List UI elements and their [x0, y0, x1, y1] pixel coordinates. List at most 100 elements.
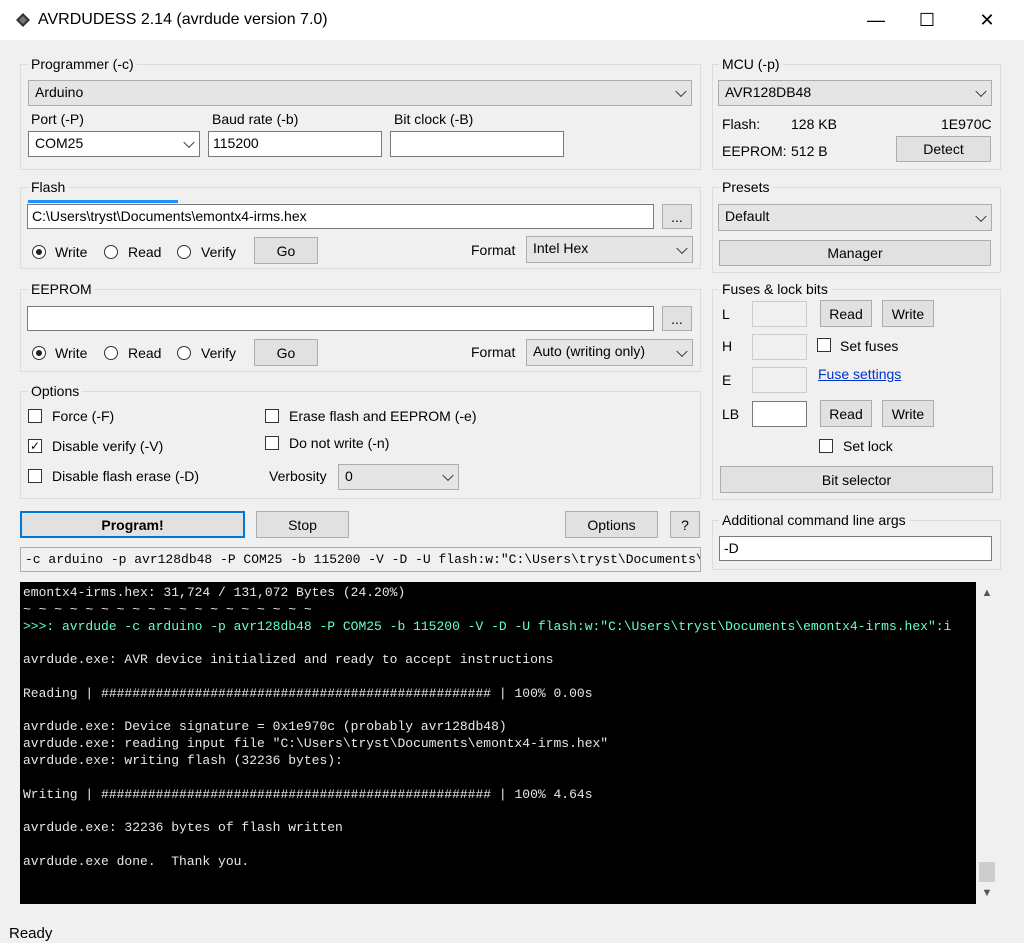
- programmer-group-label: Programmer (-c): [28, 56, 137, 72]
- baud-label: Baud rate (-b): [212, 111, 299, 127]
- options-group-label: Options: [28, 383, 83, 399]
- disable-flash-erase-checkbox[interactable]: [28, 469, 42, 483]
- console-line: avrdude.exe done. Thank you.: [23, 853, 250, 869]
- eeprom-browse-button[interactable]: ...: [662, 306, 692, 331]
- fuse-h-input[interactable]: [752, 334, 807, 360]
- eeprom-format-select[interactable]: Auto (writing only): [526, 339, 693, 366]
- chevron-down-icon: [183, 136, 195, 149]
- eeprom-verify-label: Verify: [201, 345, 237, 361]
- bitclock-label: Bit clock (-B): [394, 111, 474, 127]
- detect-button[interactable]: Detect: [896, 136, 991, 162]
- chevron-down-icon: [442, 469, 454, 482]
- console-line: >>>: avrdude -c arduino -p avr128db48 -P…: [23, 618, 952, 634]
- title-bar[interactable]: AVRDUDESS 2.14 (avrdude version 7.0) — ☐…: [0, 0, 1024, 40]
- flash-browse-button[interactable]: ...: [662, 204, 692, 229]
- maximize-button[interactable]: ☐: [898, 0, 956, 40]
- fuse-lb-input[interactable]: [752, 401, 807, 427]
- eeprom-read-radio[interactable]: [104, 346, 118, 360]
- fuse-h-label: H: [722, 338, 733, 354]
- eeprom-go-button[interactable]: Go: [254, 339, 318, 366]
- minimize-button[interactable]: —: [847, 0, 905, 40]
- fuse-lb-label: LB: [722, 406, 740, 422]
- help-button[interactable]: ?: [670, 511, 700, 538]
- console-line: avrdude.exe: reading input file "C:\User…: [23, 736, 609, 752]
- mcu-flash-label: Flash:: [722, 116, 761, 132]
- flash-file-input[interactable]: C:\Users\tryst\Documents\emontx4-irms.he…: [27, 204, 654, 229]
- fuses-group-label: Fuses & lock bits: [719, 281, 831, 297]
- port-select[interactable]: COM25: [28, 131, 200, 157]
- stop-button[interactable]: Stop: [256, 511, 349, 538]
- disable-verify-label: Disable verify (-V): [52, 438, 164, 454]
- force-label: Force (-F): [52, 408, 115, 424]
- lock-write-button[interactable]: Write: [882, 400, 934, 427]
- force-checkbox[interactable]: [28, 409, 42, 423]
- flash-group-label: Flash: [28, 179, 69, 195]
- verbosity-select[interactable]: 0: [338, 464, 459, 490]
- flash-write-radio[interactable]: [32, 245, 46, 259]
- program-button[interactable]: Program!: [20, 511, 245, 538]
- fuse-l-input[interactable]: [752, 301, 807, 327]
- do-not-write-label: Do not write (-n): [289, 435, 390, 451]
- flash-read-radio[interactable]: [104, 245, 118, 259]
- console-scrollbar[interactable]: ▲ ▼: [976, 582, 998, 904]
- set-lock-checkbox[interactable]: [819, 439, 833, 453]
- verbosity-value: 0: [345, 468, 353, 484]
- mcu-flash-value: 128 KB: [791, 116, 837, 132]
- mcu-select-value: AVR128DB48: [725, 84, 812, 100]
- eeprom-file-input[interactable]: [27, 306, 654, 331]
- command-line-preview[interactable]: -c arduino -p avr128db48 -P COM25 -b 115…: [20, 547, 701, 572]
- flash-verify-radio[interactable]: [177, 245, 191, 259]
- eeprom-verify-radio[interactable]: [177, 346, 191, 360]
- fuse-read-button[interactable]: Read: [820, 300, 872, 327]
- chevron-down-icon: [676, 345, 688, 357]
- set-fuses-label: Set fuses: [840, 338, 899, 354]
- set-fuses-checkbox[interactable]: [817, 338, 831, 352]
- fuse-e-input[interactable]: [752, 367, 807, 393]
- erase-flash-checkbox[interactable]: [265, 409, 279, 423]
- mcu-eeprom-label: EEPROM:: [722, 143, 787, 159]
- eeprom-format-label: Format: [471, 344, 516, 360]
- disable-flash-erase-label: Disable flash erase (-D): [52, 468, 200, 484]
- eeprom-write-radio[interactable]: [32, 346, 46, 360]
- manager-button[interactable]: Manager: [719, 240, 991, 266]
- console-line: Reading | ##############################…: [23, 685, 593, 701]
- options-button[interactable]: Options: [565, 511, 658, 538]
- programmer-select[interactable]: Arduino: [28, 80, 692, 106]
- close-button[interactable]: ✕: [958, 0, 1016, 40]
- scroll-down-icon[interactable]: ▼: [976, 882, 998, 904]
- flash-read-label: Read: [128, 244, 162, 260]
- fuse-settings-link[interactable]: Fuse settings: [818, 366, 901, 382]
- mcu-signature: 1E970C: [941, 116, 992, 132]
- console-line: avrdude.exe: Device signature = 0x1e970c…: [23, 719, 507, 735]
- scroll-thumb[interactable]: [979, 862, 995, 882]
- disable-verify-checkbox[interactable]: ✓: [28, 439, 42, 453]
- eeprom-format-value: Auto (writing only): [533, 343, 646, 359]
- console-line: avrdude.exe: AVR device initialized and …: [23, 652, 554, 668]
- baud-input[interactable]: 115200: [208, 131, 382, 157]
- flash-format-value: Intel Hex: [533, 240, 589, 256]
- mcu-select[interactable]: AVR128DB48: [718, 80, 992, 106]
- additional-args-input[interactable]: -D: [719, 536, 992, 561]
- fuse-e-label: E: [722, 372, 732, 388]
- console-line: avrdude.exe: 32236 bytes of flash writte…: [23, 820, 343, 836]
- bit-selector-button[interactable]: Bit selector: [720, 466, 993, 493]
- chevron-down-icon: [675, 85, 687, 98]
- flash-format-select[interactable]: Intel Hex: [526, 236, 693, 263]
- flash-write-label: Write: [55, 244, 88, 260]
- do-not-write-checkbox[interactable]: [265, 436, 279, 450]
- flash-go-button[interactable]: Go: [254, 237, 318, 264]
- fuse-write-button[interactable]: Write: [882, 300, 934, 327]
- bitclock-input[interactable]: [390, 131, 564, 157]
- app-icon: [16, 13, 30, 27]
- lock-read-button[interactable]: Read: [820, 400, 872, 427]
- erase-flash-label: Erase flash and EEPROM (-e): [289, 408, 477, 424]
- presets-select[interactable]: Default: [718, 204, 992, 231]
- port-label: Port (-P): [31, 111, 84, 127]
- scroll-up-icon[interactable]: ▲: [976, 582, 998, 604]
- console-output[interactable]: emontx4-irms.hex: 31,724 / 131,072 Bytes…: [20, 582, 976, 904]
